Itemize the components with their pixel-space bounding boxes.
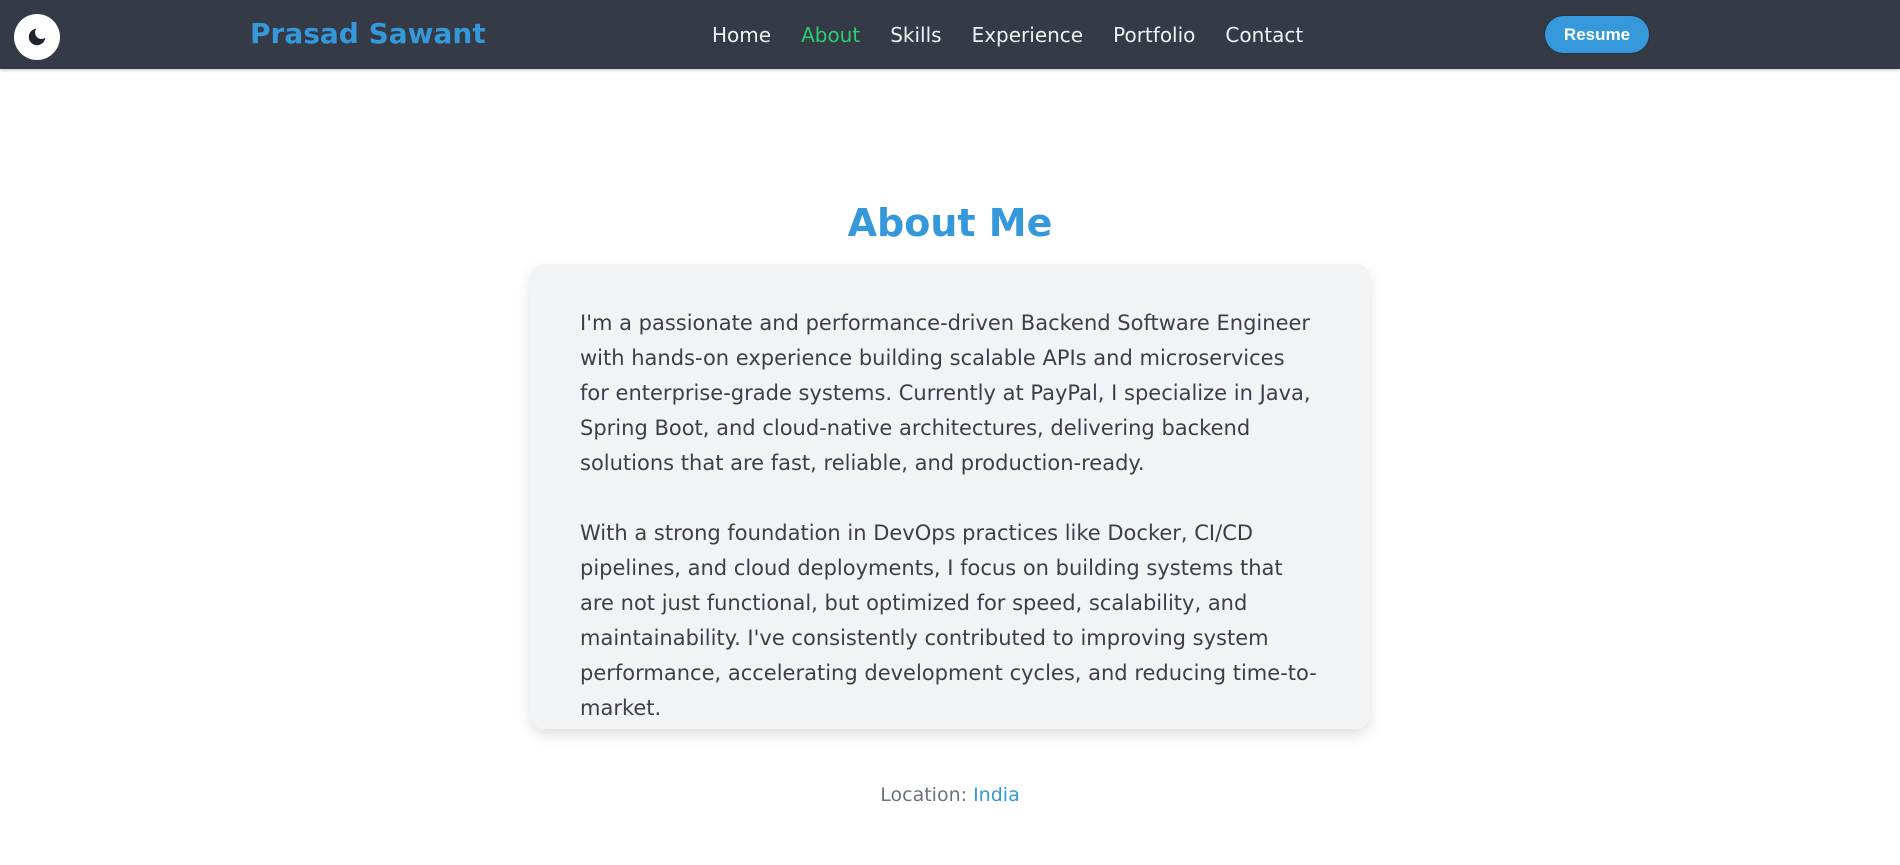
resume-button[interactable]: Resume bbox=[1545, 16, 1649, 53]
nav-home[interactable]: Home bbox=[712, 20, 771, 50]
nav-portfolio[interactable]: Portfolio bbox=[1113, 20, 1195, 50]
about-paragraph: With a strong foundation in DevOps pract… bbox=[580, 521, 1317, 720]
nav-experience[interactable]: Experience bbox=[972, 20, 1084, 50]
nav-contact[interactable]: Contact bbox=[1225, 20, 1303, 50]
location-line: Location: India bbox=[0, 781, 1900, 809]
main-nav: Home About Skills Experience Portfolio C… bbox=[712, 20, 1333, 50]
nav-skills[interactable]: Skills bbox=[890, 20, 941, 50]
navbar: Prasad Sawant Home About Skills Experien… bbox=[0, 0, 1900, 69]
theme-toggle-button[interactable] bbox=[14, 14, 60, 60]
brand-logo[interactable]: Prasad Sawant bbox=[250, 16, 486, 52]
about-paragraph: I'm a passionate and performance-driven … bbox=[580, 311, 1311, 475]
location-label: Location: bbox=[880, 784, 968, 806]
location-value: India bbox=[973, 784, 1020, 806]
about-card: I'm a passionate and performance-driven … bbox=[530, 264, 1370, 729]
moon-icon bbox=[28, 28, 46, 46]
section-title: About Me bbox=[847, 201, 1053, 245]
nav-about[interactable]: About bbox=[801, 20, 860, 50]
